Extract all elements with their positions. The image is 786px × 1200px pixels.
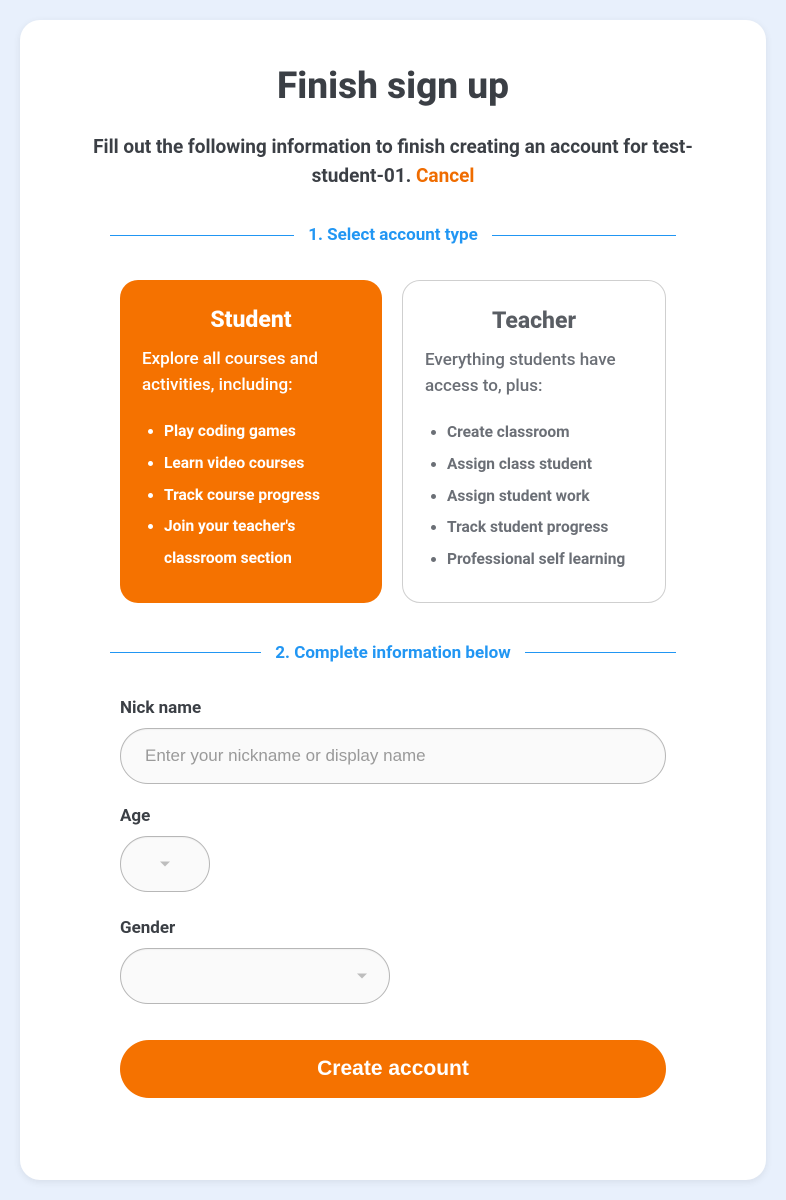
list-item: Assign class student — [447, 449, 643, 481]
gender-field: Gender — [120, 918, 666, 1008]
list-item: Professional self learning — [447, 544, 643, 576]
signup-card: Finish sign up Fill out the following in… — [20, 20, 766, 1180]
create-account-button[interactable]: Create account — [120, 1040, 666, 1098]
student-desc: Explore all courses and activities, incl… — [142, 347, 360, 398]
nickname-label: Nick name — [120, 698, 666, 718]
section-2-header: 2. Complete information below — [60, 643, 726, 663]
chevron-down-icon — [357, 973, 367, 978]
section-2-label: 2. Complete information below — [261, 643, 524, 663]
age-select-wrap — [120, 836, 210, 892]
section-1-header: 1. Select account type — [60, 225, 726, 245]
account-type-student[interactable]: Student Explore all courses and activiti… — [120, 280, 382, 603]
teacher-desc: Everything students have access to, plus… — [425, 348, 643, 399]
list-item: Join your teacher's classroom section — [164, 511, 360, 575]
divider-line — [525, 652, 676, 653]
account-type-group: Student Explore all courses and activiti… — [60, 280, 726, 603]
subtitle-text: Fill out the following information to fi… — [93, 135, 652, 158]
list-item: Create classroom — [447, 417, 643, 449]
list-item: Assign student work — [447, 481, 643, 513]
gender-label: Gender — [120, 918, 666, 938]
page-title: Finish sign up — [60, 65, 726, 108]
gender-select-wrap — [120, 948, 390, 1004]
age-label: Age — [120, 806, 666, 826]
student-feature-list: Play coding games Learn video courses Tr… — [142, 416, 360, 575]
divider-line — [110, 652, 261, 653]
teacher-title: Teacher — [425, 307, 643, 334]
chevron-down-icon — [160, 861, 170, 866]
cancel-link[interactable]: Cancel — [411, 164, 474, 187]
list-item: Play coding games — [164, 416, 360, 448]
form-area: Nick name Age Gender Create account — [60, 698, 726, 1098]
gender-select[interactable] — [120, 948, 390, 1004]
list-item: Track student progress — [447, 512, 643, 544]
divider-line — [492, 235, 676, 236]
divider-line — [110, 235, 294, 236]
account-type-teacher[interactable]: Teacher Everything students have access … — [402, 280, 666, 603]
section-1-label: 1. Select account type — [294, 225, 492, 245]
age-select[interactable] — [120, 836, 210, 892]
list-item: Learn video courses — [164, 448, 360, 480]
student-title: Student — [142, 306, 360, 333]
list-item: Track course progress — [164, 480, 360, 512]
nickname-input[interactable] — [120, 728, 666, 784]
page-subtitle: Fill out the following information to fi… — [60, 133, 726, 190]
nickname-field: Nick name — [120, 698, 666, 784]
teacher-feature-list: Create classroom Assign class student As… — [425, 417, 643, 576]
age-field: Age — [120, 806, 666, 896]
